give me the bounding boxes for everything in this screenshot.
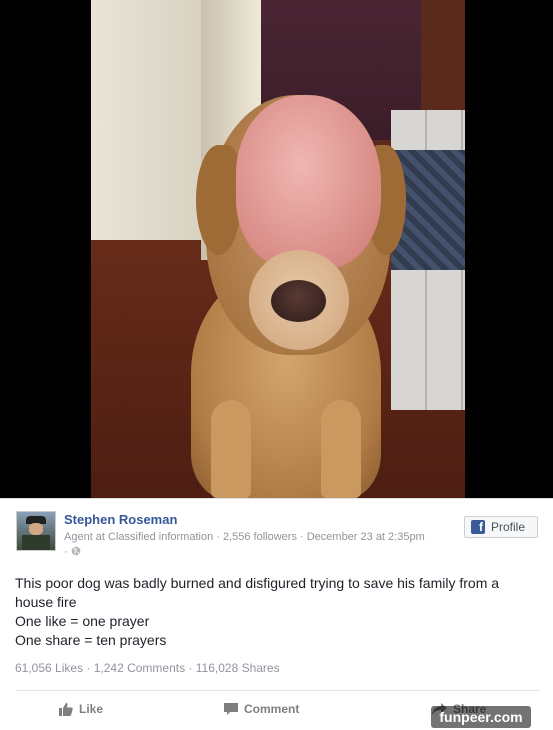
comment-label: Comment — [244, 702, 300, 716]
comment-button[interactable]: Comment — [224, 702, 299, 716]
thumbs-up-icon — [59, 702, 73, 716]
post-meta: Agent at Classified information · 2,556 … — [64, 531, 425, 543]
post-text-line: This poor dog was badly burned and disfi… — [15, 575, 500, 591]
watermark: funpeer.com — [431, 706, 531, 728]
post-text-line: One like = one prayer — [15, 613, 150, 629]
engagement-stats[interactable]: 61,056 Likes · 1,242 Comments · 116,028 … — [15, 661, 280, 675]
post-text: This poor dog was badly burned and disfi… — [15, 574, 535, 650]
dog-ear-left — [196, 145, 241, 255]
like-button[interactable]: Like — [59, 702, 103, 716]
dog-nose — [271, 280, 326, 322]
author-name[interactable]: Stephen Roseman — [64, 512, 177, 527]
dog-leg-left — [211, 400, 251, 498]
privacy-row: · — [64, 546, 81, 558]
post-photo-frame[interactable] — [0, 0, 553, 498]
post-text-line: house fire — [15, 594, 77, 610]
facebook-logo-icon: f — [471, 520, 485, 534]
dog-leg-right — [321, 400, 361, 498]
profile-button[interactable]: f Profile — [464, 516, 538, 538]
privacy-separator: · — [64, 546, 71, 558]
avatar[interactable] — [16, 511, 56, 551]
door — [91, 0, 201, 240]
ham-slice — [236, 95, 381, 270]
post-photo[interactable] — [91, 0, 465, 498]
speech-bubble-icon — [224, 702, 238, 715]
globe-icon[interactable] — [71, 546, 81, 556]
profile-button-label: Profile — [491, 520, 526, 534]
post-card: Stephen Roseman Agent at Classified info… — [0, 498, 553, 730]
avatar-face — [29, 523, 43, 535]
avatar-shirt — [22, 535, 50, 550]
post-text-line: One share = ten prayers — [15, 632, 167, 648]
like-label: Like — [79, 702, 104, 716]
divider — [15, 690, 540, 691]
